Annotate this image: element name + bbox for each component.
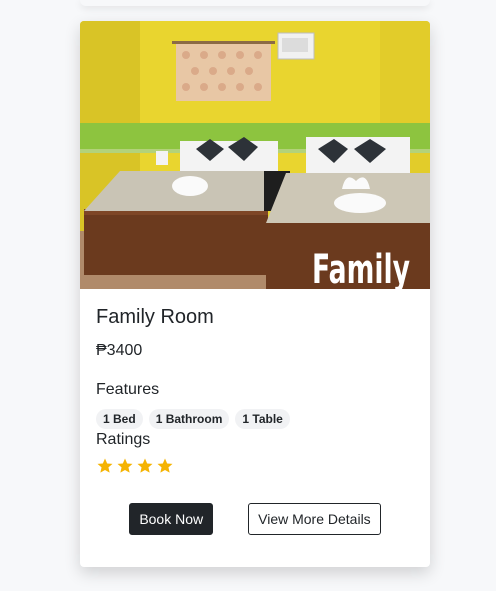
ratings-label: Ratings [96, 431, 151, 448]
room-card-body: Family Room ₱3400 Features 1 Bed 1 Bathr… [96, 303, 414, 475]
book-now-button[interactable]: Book Now [129, 503, 214, 535]
room-photo: Family [80, 21, 430, 289]
features-label: Features [96, 381, 160, 398]
features-list: 1 Bed 1 Bathroom 1 Table [96, 409, 414, 429]
star-icon [136, 457, 154, 475]
room-title: Family Room [96, 306, 214, 328]
previous-card-edge [80, 0, 430, 6]
star-icon [96, 457, 114, 475]
star-rating [96, 457, 414, 475]
card-actions: Book Now View More Details [80, 503, 430, 535]
feature-badge-table: 1 Table [235, 409, 290, 429]
view-details-button[interactable]: View More Details [248, 503, 381, 535]
feature-badge-bathroom: 1 Bathroom [148, 409, 230, 429]
star-icon [156, 457, 174, 475]
room-price: ₱3400 [96, 342, 143, 359]
photo-caption: Family [312, 247, 410, 289]
star-icon [116, 457, 134, 475]
room-card: Family Family Room ₱3400 Features 1 Bed … [80, 21, 430, 567]
feature-badge-bed: 1 Bed [96, 409, 143, 429]
